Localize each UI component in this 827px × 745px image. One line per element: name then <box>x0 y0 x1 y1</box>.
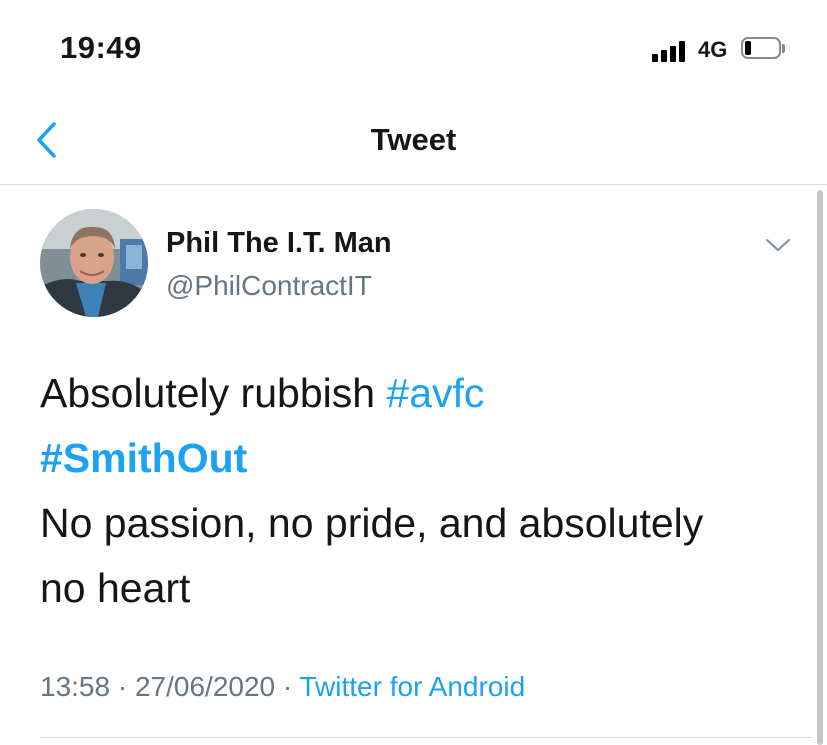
tweet-detail: Phil The I.T. Man @PhilContractIT Absolu… <box>0 185 812 745</box>
author-handle[interactable]: @PhilContractIT <box>166 270 372 302</box>
battery-icon <box>741 37 785 61</box>
tweet-date: 27/06/2020 <box>134 671 276 702</box>
tweet-text: Absolutely rubbish #avfc #SmithOut No pa… <box>40 361 800 621</box>
signal-strength-icon <box>652 40 692 62</box>
meta-separator: · <box>275 671 300 702</box>
chevron-down-icon <box>765 238 791 252</box>
avatar[interactable] <box>40 209 148 317</box>
tweet-text-segment: Absolutely rubbish <box>40 370 387 416</box>
page-title: Tweet <box>370 122 457 157</box>
divider <box>40 737 812 738</box>
tweet-text-line-2: #SmithOut <box>40 426 800 491</box>
tweet-time: 13:58 <box>40 671 111 702</box>
status-time: 19:49 <box>60 30 142 65</box>
profile-photo-icon <box>40 209 148 317</box>
scrollbar[interactable] <box>817 190 823 745</box>
meta-separator: · <box>110 671 135 702</box>
navigation-bar: Tweet <box>0 100 827 185</box>
tweet-text-line-4: no heart <box>40 565 191 611</box>
battery-fill <box>745 41 751 55</box>
hashtag-link[interactable]: #SmithOut <box>40 435 247 481</box>
tweet-text-line-3: No passion, no pride, and absolutely <box>40 500 704 546</box>
network-type: 4G <box>698 37 728 62</box>
tweet-metadata: 13:58 · 27/06/2020 · Twitter for Android <box>40 671 525 703</box>
tweet-menu-button[interactable] <box>764 235 792 255</box>
hashtag-link[interactable]: #avfc <box>386 370 484 416</box>
tweet-text-line-1: Absolutely rubbish #avfc <box>40 361 800 426</box>
author-display-name[interactable]: Phil The I.T. Man <box>166 227 392 260</box>
tweet-source-link[interactable]: Twitter for Android <box>300 671 526 702</box>
status-bar: 19:49 4G <box>0 0 827 100</box>
